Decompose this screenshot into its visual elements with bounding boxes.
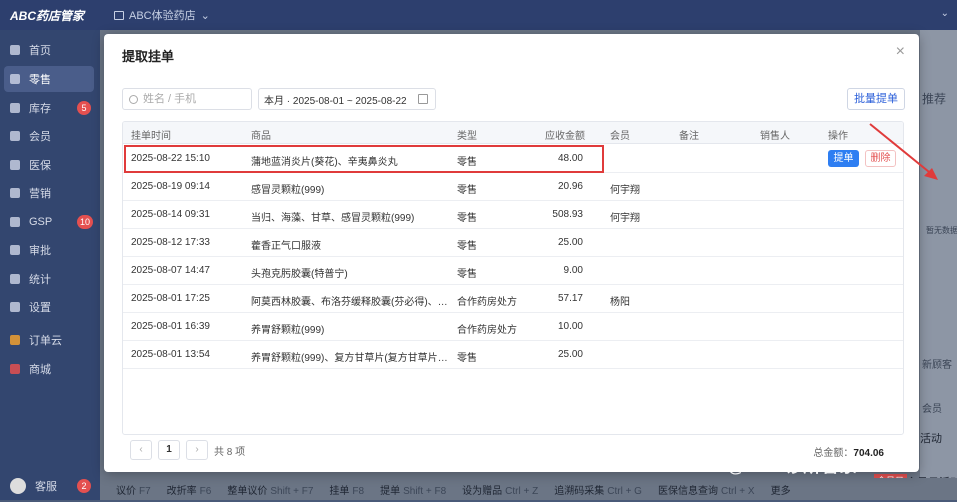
sidebar-item-marketing[interactable]: 营销 (4, 180, 94, 206)
search-icon (129, 94, 138, 104)
home-icon (10, 45, 20, 55)
take-order-button[interactable]: 提单 (828, 150, 859, 167)
col-seller: 销售人 (760, 131, 790, 142)
modal-title: 提取挂单 (122, 49, 175, 64)
table-row[interactable]: 2025-08-07 14:47 头孢克肟胶囊(特普宁) 零售 9.00 (123, 257, 903, 285)
col-member: 会员 (610, 131, 630, 142)
sidebar-item-retail[interactable]: 零售 (4, 66, 94, 92)
window-menu-icon[interactable]: ⌄ (941, 8, 949, 19)
sidebar-item-insurance[interactable]: 医保 (4, 152, 94, 178)
shortcut-bargain[interactable]: 议价 F7 (116, 482, 151, 497)
inventory-badge: 5 (77, 101, 91, 115)
sidebar-item-member[interactable]: 会员 (4, 123, 94, 149)
prev-page-button[interactable]: ‹ (130, 440, 152, 460)
search-field[interactable] (122, 88, 252, 110)
shortcut-take[interactable]: 提单 Shift + F8 (380, 482, 446, 497)
user-badge: 2 (77, 479, 91, 493)
shortcut-hold[interactable]: 挂单 F8 (329, 482, 364, 497)
sidebar-item-home[interactable]: 首页 (4, 37, 94, 63)
date-range-value: 本月 · 2025-08-01 ~ 2025-08-22 (264, 95, 407, 107)
marketing-icon (10, 188, 20, 198)
sidebar: 首页 零售 库存 5 会员 医保 营销 GSP 10 审批 统计 设置 订单云 商城… (0, 30, 100, 500)
col-note: 备注 (679, 131, 699, 142)
col-type: 类型 (457, 131, 477, 142)
approval-icon (10, 245, 20, 255)
sidebar-item-stats[interactable]: 统计 (4, 266, 94, 292)
top-bar: ABC药店管家 ABC体验药店 ⌄ ⌄ (0, 0, 957, 30)
table-row[interactable]: 2025-08-22 15:10 蒲地蓝消炎片(葵花)、辛夷鼻炎丸 零售 48.… (123, 145, 903, 173)
cloud-icon (10, 335, 20, 345)
app-logo: ABC药店管家 (10, 8, 84, 23)
sidebar-item-settings[interactable]: 设置 (4, 294, 94, 320)
next-page-button[interactable]: › (186, 440, 208, 460)
store-name: ABC体验药店 (129, 10, 196, 22)
chevron-down-icon: ⌄ (200, 9, 210, 22)
new-customer-label: 新顾客 (922, 360, 952, 371)
retail-icon (10, 74, 20, 84)
recommend-label: 推荐 (922, 92, 947, 106)
gsp-icon (10, 217, 20, 227)
sidebar-item-gsp[interactable]: GSP 10 (4, 209, 94, 235)
sidebar-item-approval[interactable]: 审批 (4, 237, 94, 263)
held-orders-table: 挂单时间 商品 类型 应收金额 会员 备注 销售人 操作 2025-08-22 … (122, 121, 904, 435)
no-data-label: 暂无数据 (926, 226, 957, 235)
table-row[interactable]: 2025-08-19 09:14 感冒灵颗粒(999) 零售 20.96 何宇翔 (123, 173, 903, 201)
mall-icon (10, 364, 20, 374)
gsp-badge: 10 (77, 215, 94, 229)
watermark: @ABC诊所管家 (728, 457, 858, 476)
table-row[interactable]: 2025-08-01 16:39 养胃舒颗粒(999) 合作药房处方 10.00 (123, 313, 903, 341)
col-time: 挂单时间 (131, 131, 171, 142)
gear-icon (10, 302, 20, 312)
col-product: 商品 (251, 131, 271, 142)
current-page-button[interactable]: 1 (158, 440, 180, 460)
col-amount: 应收金额 (545, 131, 585, 142)
shortcut-whole-bargain[interactable]: 整单议价 Shift + F7 (227, 482, 313, 497)
table-row[interactable]: 2025-08-01 13:54 养胃舒颗粒(999)、复方甘草片(复方甘草片)… (123, 341, 903, 369)
shortcut-bar: 议价 F7 改折率 F6 整单议价 Shift + F7 挂单 F8 提单 Shift +… (100, 478, 957, 500)
sidebar-item-mall[interactable]: 商城 (4, 356, 94, 382)
total-count: 共 8 项 (214, 446, 246, 458)
sidebar-item-order-cloud[interactable]: 订单云 (4, 327, 94, 353)
batch-take-button[interactable]: 批量提单 (847, 88, 905, 110)
search-input[interactable] (143, 93, 238, 105)
table-row[interactable]: 2025-08-01 17:25 阿莫西林胶囊、布洛芬缓释胶囊(芬必得)、野… … (123, 285, 903, 313)
promo-label: 活动 (920, 433, 942, 445)
calendar-icon (418, 94, 428, 104)
store-selector[interactable]: ABC体验药店 ⌄ (114, 7, 210, 23)
shortcut-gift[interactable]: 设为赠品 Ctrl + Z (462, 482, 538, 497)
sidebar-user[interactable]: 客服 2 (4, 473, 94, 499)
table-header: 挂单时间 商品 类型 应收金额 会员 备注 销售人 操作 (123, 122, 903, 144)
date-range-picker[interactable]: 本月 · 2025-08-01 ~ 2025-08-22 (258, 88, 436, 110)
table-row[interactable]: 2025-08-14 09:31 当归、海藻、甘草、感冒灵颗粒(999) 零售 … (123, 201, 903, 229)
store-icon (114, 10, 124, 20)
insurance-icon (10, 160, 20, 170)
shortcut-discount[interactable]: 改折率 F6 (167, 482, 212, 497)
member-icon (10, 131, 20, 141)
inventory-icon (10, 103, 20, 113)
table-row[interactable]: 2025-08-12 17:33 藿香正气口服液 零售 25.00 (123, 229, 903, 257)
sidebar-item-inventory[interactable]: 库存 5 (4, 95, 94, 121)
col-actions: 操作 (828, 131, 848, 142)
shortcut-more[interactable]: 更多 (771, 482, 791, 497)
pointer-arrow (869, 123, 938, 180)
avatar (10, 478, 26, 494)
close-icon[interactable]: × (896, 43, 905, 61)
stats-icon (10, 274, 20, 284)
member-label: 会员 (922, 404, 942, 415)
shortcut-trace[interactable]: 追溯码采集 Ctrl + G (554, 482, 642, 497)
shortcut-insurance-query[interactable]: 医保信息查询 Ctrl + X (658, 482, 755, 497)
take-order-modal: 提取挂单 × 本月 · 2025-08-01 ~ 2025-08-22 批量提单… (104, 34, 938, 472)
